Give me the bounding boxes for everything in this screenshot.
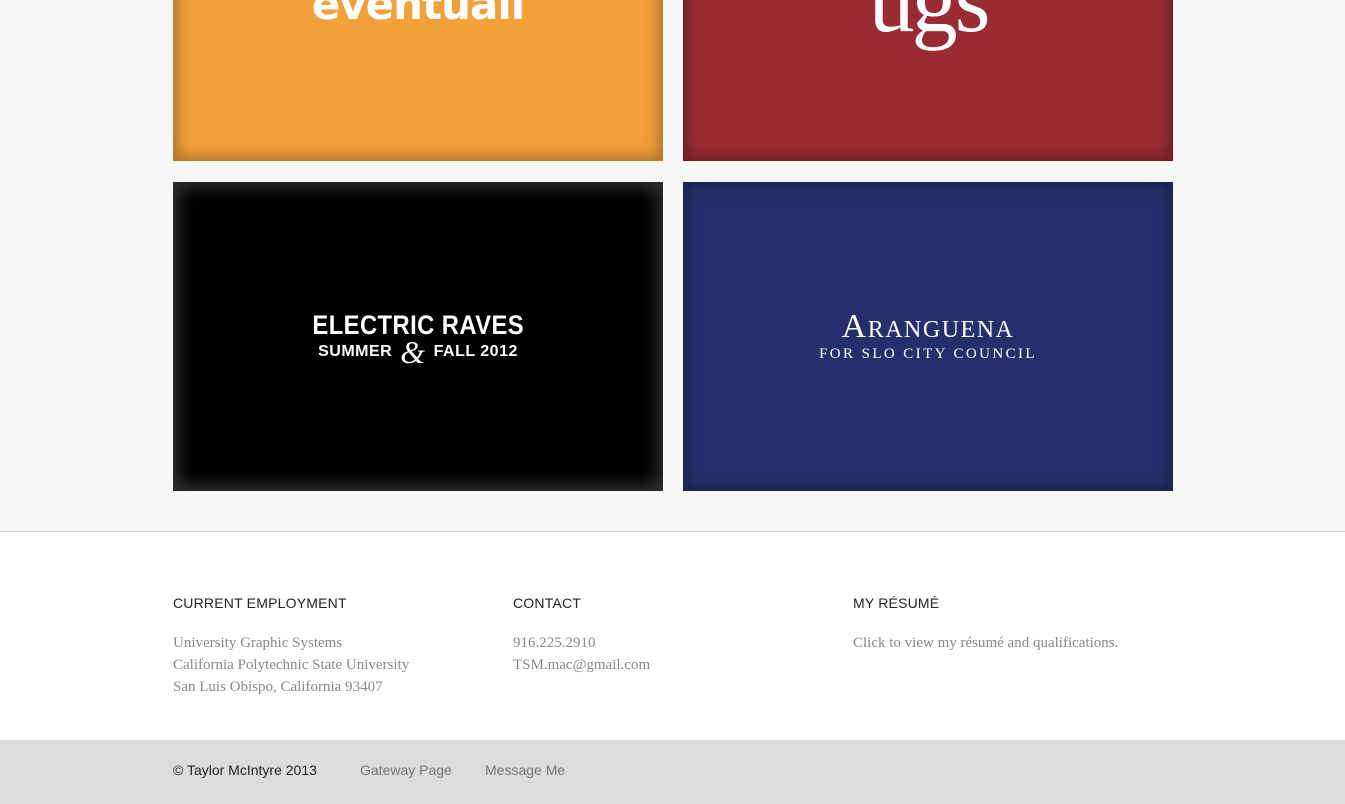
message-me-link[interactable]: Message Me (485, 762, 565, 778)
electric-raves-subtitle: SUMMER & FALL 2012 (318, 333, 518, 370)
contact-phone[interactable]: 916.225.2910 (513, 632, 650, 654)
copyright-text: © Taylor McIntyre 2013 (173, 762, 317, 778)
ugs-logo: ugs (868, 0, 991, 51)
employment-heading: CURRENT EMPLOYMENT (173, 595, 347, 611)
portfolio-grid: eventuall ugs ELECTRIC RAVES SUMMER & FA… (0, 0, 1345, 531)
info-section: CURRENT EMPLOYMENT University Graphic Sy… (0, 532, 1345, 740)
portfolio-tile-ugs[interactable]: ugs (683, 0, 1173, 161)
resume-link[interactable]: Click to view my résumé and qualificatio… (853, 632, 1118, 654)
raves-summer: SUMMER (318, 342, 393, 360)
portfolio-tile-electric-raves[interactable]: ELECTRIC RAVES SUMMER & FALL 2012 (173, 182, 663, 491)
footer: © Taylor McIntyre 2013 Gateway Page Mess… (0, 740, 1345, 804)
contact-email-link[interactable]: TSM.mac@gmail.com (513, 654, 650, 676)
raves-fall: FALL 2012 (433, 342, 518, 360)
contact-column: CONTACT 916.225.2910 TSM.mac@gmail.com (513, 595, 650, 676)
gateway-page-link[interactable]: Gateway Page (360, 762, 452, 778)
electric-raves-title: ELECTRIC RAVES (312, 309, 524, 340)
employment-line: California Polytechnic State University (173, 657, 410, 673)
aranguena-subtitle: FOR SLO CITY COUNCIL (819, 345, 1037, 362)
raves-ampersand: & (400, 333, 426, 370)
portfolio-tile-eventuall[interactable]: eventuall (173, 0, 663, 161)
contact-heading: CONTACT (513, 595, 582, 611)
resume-heading: MY RÉSUMÉ (853, 595, 940, 611)
aranguena-title: Aranguena (841, 307, 1015, 345)
employment-line: San Luis Obispo, California 93407 (173, 679, 383, 695)
employment-column: CURRENT EMPLOYMENT University Graphic Sy… (173, 595, 409, 698)
resume-column: MY RÉSUMÉ Click to view my résumé and qu… (853, 595, 1118, 654)
eventuall-logo: eventuall (311, 0, 525, 29)
portfolio-tile-aranguena[interactable]: Aranguena FOR SLO CITY COUNCIL (683, 182, 1173, 491)
employment-line: University Graphic Systems (173, 635, 343, 651)
